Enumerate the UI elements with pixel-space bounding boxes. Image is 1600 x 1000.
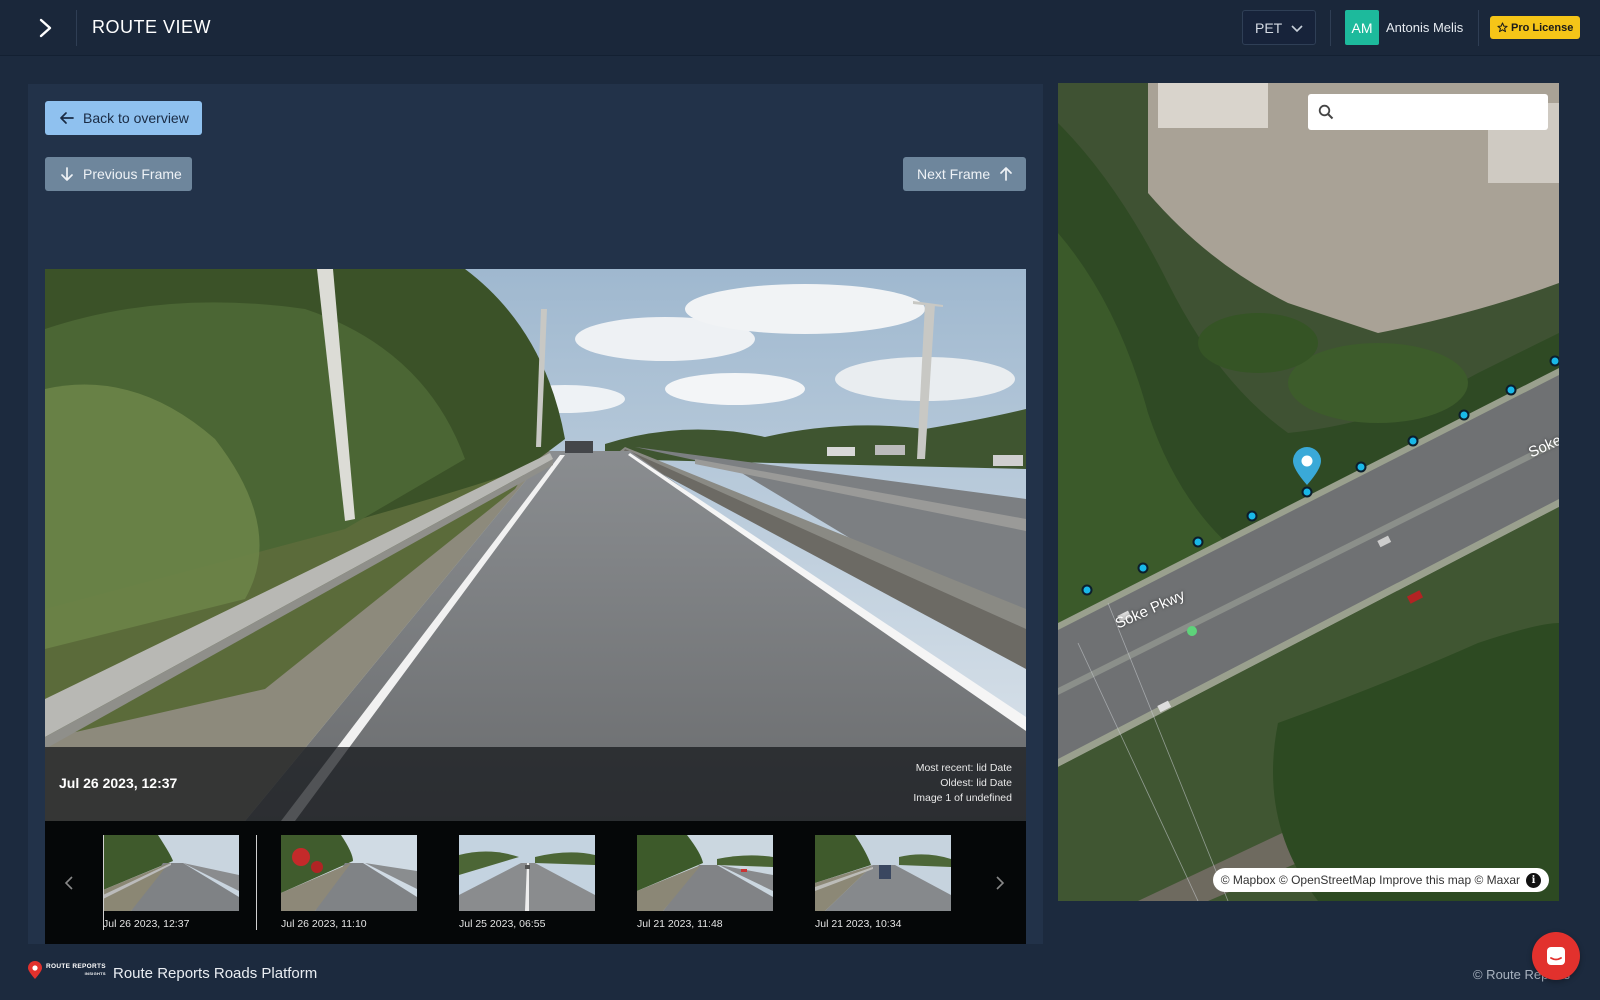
- most-recent-text: Most recent: lid Date: [915, 762, 1012, 774]
- region-select[interactable]: PET: [1242, 10, 1316, 45]
- header-divider: [1330, 10, 1331, 46]
- arrow-left-icon: [60, 112, 74, 124]
- avatar[interactable]: AM: [1345, 10, 1379, 45]
- region-value: PET: [1255, 19, 1283, 36]
- image-index-text: Image 1 of undefined: [913, 792, 1012, 804]
- header-divider: [76, 10, 77, 46]
- oldest-text: Oldest: lid Date: [940, 777, 1012, 789]
- next-label: Next Frame: [917, 166, 991, 182]
- brand-logo: ROUTE REPORTS INSIGHTS: [28, 961, 106, 979]
- photo-date: Jul 26 2023, 12:37: [59, 775, 178, 791]
- info-icon[interactable]: i: [1526, 872, 1541, 888]
- map-search-input[interactable]: [1308, 94, 1548, 130]
- logo-line-2: INSIGHTS: [84, 971, 106, 976]
- thumbnail-image: [815, 835, 951, 911]
- route-viewer-panel: Back to overview Previous Frame Next Fra…: [28, 84, 1043, 944]
- thumbnail[interactable]: Jul 26 2023, 12:37: [103, 835, 239, 930]
- thumbnail[interactable]: Jul 21 2023, 11:48: [637, 835, 773, 930]
- thumbnail-image: [637, 835, 773, 911]
- chevron-down-icon: [1291, 25, 1303, 33]
- next-frame-button[interactable]: Next Frame: [903, 157, 1026, 191]
- previous-frame-button[interactable]: Previous Frame: [45, 157, 192, 191]
- photo-meta: Most recent: lid Date Oldest: lid Date I…: [913, 761, 1012, 806]
- thumbnail[interactable]: Jul 21 2023, 10:34: [815, 835, 951, 930]
- road-photo[interactable]: Jul 26 2023, 12:37 Most recent: lid Date…: [45, 269, 1026, 821]
- license-badge: Pro License: [1490, 16, 1581, 39]
- active-thumb-marker: [103, 835, 104, 930]
- strip-prev-button[interactable]: [59, 873, 79, 893]
- road-photo-image: [45, 269, 1026, 821]
- arrow-down-icon: [61, 167, 73, 181]
- star-icon: [1497, 22, 1508, 33]
- active-thumb-marker: [256, 835, 257, 930]
- thumbnail-image: [459, 835, 595, 911]
- user-name[interactable]: Antonis Melis: [1386, 20, 1463, 35]
- satellite-map: [1058, 83, 1559, 901]
- attribution-text: © Mapbox © OpenStreetMap Improve this ma…: [1220, 873, 1520, 887]
- chevron-left-icon: [64, 876, 73, 890]
- back-label: Back to overview: [83, 110, 189, 126]
- thumbnail-label: Jul 21 2023, 11:48: [637, 918, 723, 930]
- chat-icon: [1547, 947, 1565, 965]
- app-name: Route Reports Roads Platform: [113, 965, 318, 982]
- sidebar-toggle-button[interactable]: [30, 12, 62, 44]
- thumbnail[interactable]: Jul 25 2023, 06:55: [459, 835, 595, 930]
- license-label: Pro License: [1511, 21, 1574, 34]
- header-divider: [1478, 10, 1479, 46]
- thumbnail-label: Jul 26 2023, 12:37: [103, 918, 190, 930]
- thumbnail-label: Jul 25 2023, 06:55: [459, 918, 546, 930]
- thumbnail-label: Jul 26 2023, 11:10: [281, 918, 367, 930]
- map-attribution[interactable]: © Mapbox © OpenStreetMap Improve this ma…: [1212, 868, 1549, 892]
- back-to-overview-button[interactable]: Back to overview: [45, 101, 202, 135]
- thumbnail-image: [103, 835, 239, 911]
- previous-label: Previous Frame: [83, 166, 182, 182]
- thumbnail-image: [281, 835, 417, 911]
- strip-next-button[interactable]: [990, 873, 1010, 893]
- arrow-up-icon: [1000, 167, 1012, 181]
- top-bar: ROUTE VIEW PET AM Antonis Melis Pro Lice…: [0, 0, 1600, 56]
- footer: ROUTE REPORTS INSIGHTS Route Reports Roa…: [0, 950, 1600, 1000]
- chevron-right-icon: [39, 18, 52, 38]
- photo-caption: Jul 26 2023, 12:37 Most recent: lid Date…: [45, 747, 1026, 821]
- thumbnail[interactable]: Jul 26 2023, 11:10: [281, 835, 417, 930]
- map-pin-logo-icon: [28, 961, 42, 979]
- logo-line-1: ROUTE REPORTS: [46, 963, 106, 970]
- thumbnail-label: Jul 21 2023, 10:34: [815, 918, 902, 930]
- chevron-right-icon: [996, 876, 1005, 890]
- thumbnail-strip: Jul 26 2023, 12:37 Jul 26 2023, 11:10 Ju…: [45, 821, 1026, 944]
- search-icon: [1318, 104, 1334, 120]
- route-map[interactable]: Soke Pkwy Soke © Mapbox © OpenStreetMap …: [1058, 83, 1559, 901]
- chat-button[interactable]: [1532, 932, 1580, 980]
- page-title: ROUTE VIEW: [92, 17, 212, 37]
